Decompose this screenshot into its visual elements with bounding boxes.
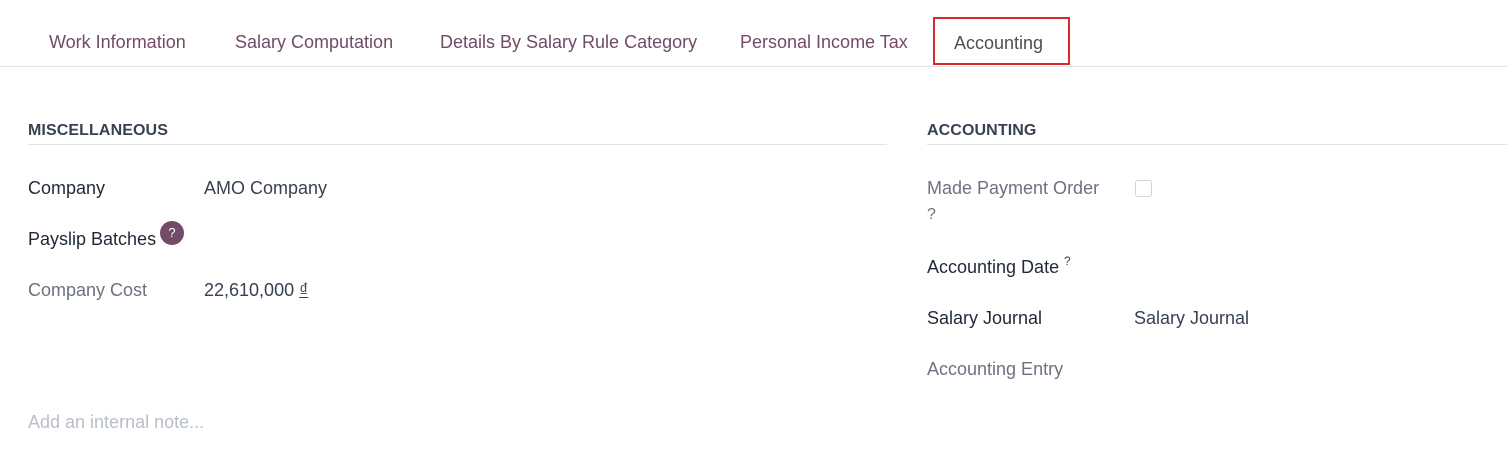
help-tooltip-icon[interactable]: ? [1064, 254, 1071, 268]
section-title-accounting: ACCOUNTING [927, 122, 1037, 139]
accounting-entry-label: Accounting Entry [927, 359, 1064, 379]
salary-journal-field[interactable]: Salary Journal [1134, 308, 1249, 329]
made-payment-order-label-question: ? [927, 206, 936, 223]
internal-note-input[interactable]: Add an internal note... [28, 412, 204, 433]
made-payment-order-label: Made Payment Order [927, 178, 1100, 198]
tab-salary-computation[interactable]: Salary Computation [235, 18, 393, 66]
salary-journal-label: Salary Journal [927, 308, 1043, 328]
currency-symbol: ₫ [299, 280, 309, 300]
section-title-miscellaneous: MISCELLANEOUS [28, 122, 168, 139]
company-cost-label: Company Cost [28, 280, 148, 300]
help-tooltip-icon[interactable]: ? [160, 221, 184, 245]
section-divider [927, 144, 1507, 145]
tab-accounting[interactable]: Accounting [933, 17, 1070, 65]
tab-personal-income-tax[interactable]: Personal Income Tax [740, 18, 908, 66]
accounting-date-label: Accounting Date [927, 257, 1060, 277]
company-cost-value: 22,610,000 ₫ [204, 280, 308, 301]
company-cost-amount: 22,610,000 [204, 280, 295, 300]
section-divider [28, 144, 887, 145]
made-payment-order-checkbox[interactable] [1135, 180, 1152, 197]
payslip-batches-label: Payslip Batches [28, 229, 157, 249]
company-field[interactable]: AMO Company [204, 178, 327, 199]
tab-work-information[interactable]: Work Information [49, 18, 186, 66]
company-label: Company [28, 178, 106, 198]
tab-details-by-salary-rule-category[interactable]: Details By Salary Rule Category [440, 18, 697, 66]
notebook-tabs: Work Information Salary Computation Deta… [0, 0, 1507, 67]
